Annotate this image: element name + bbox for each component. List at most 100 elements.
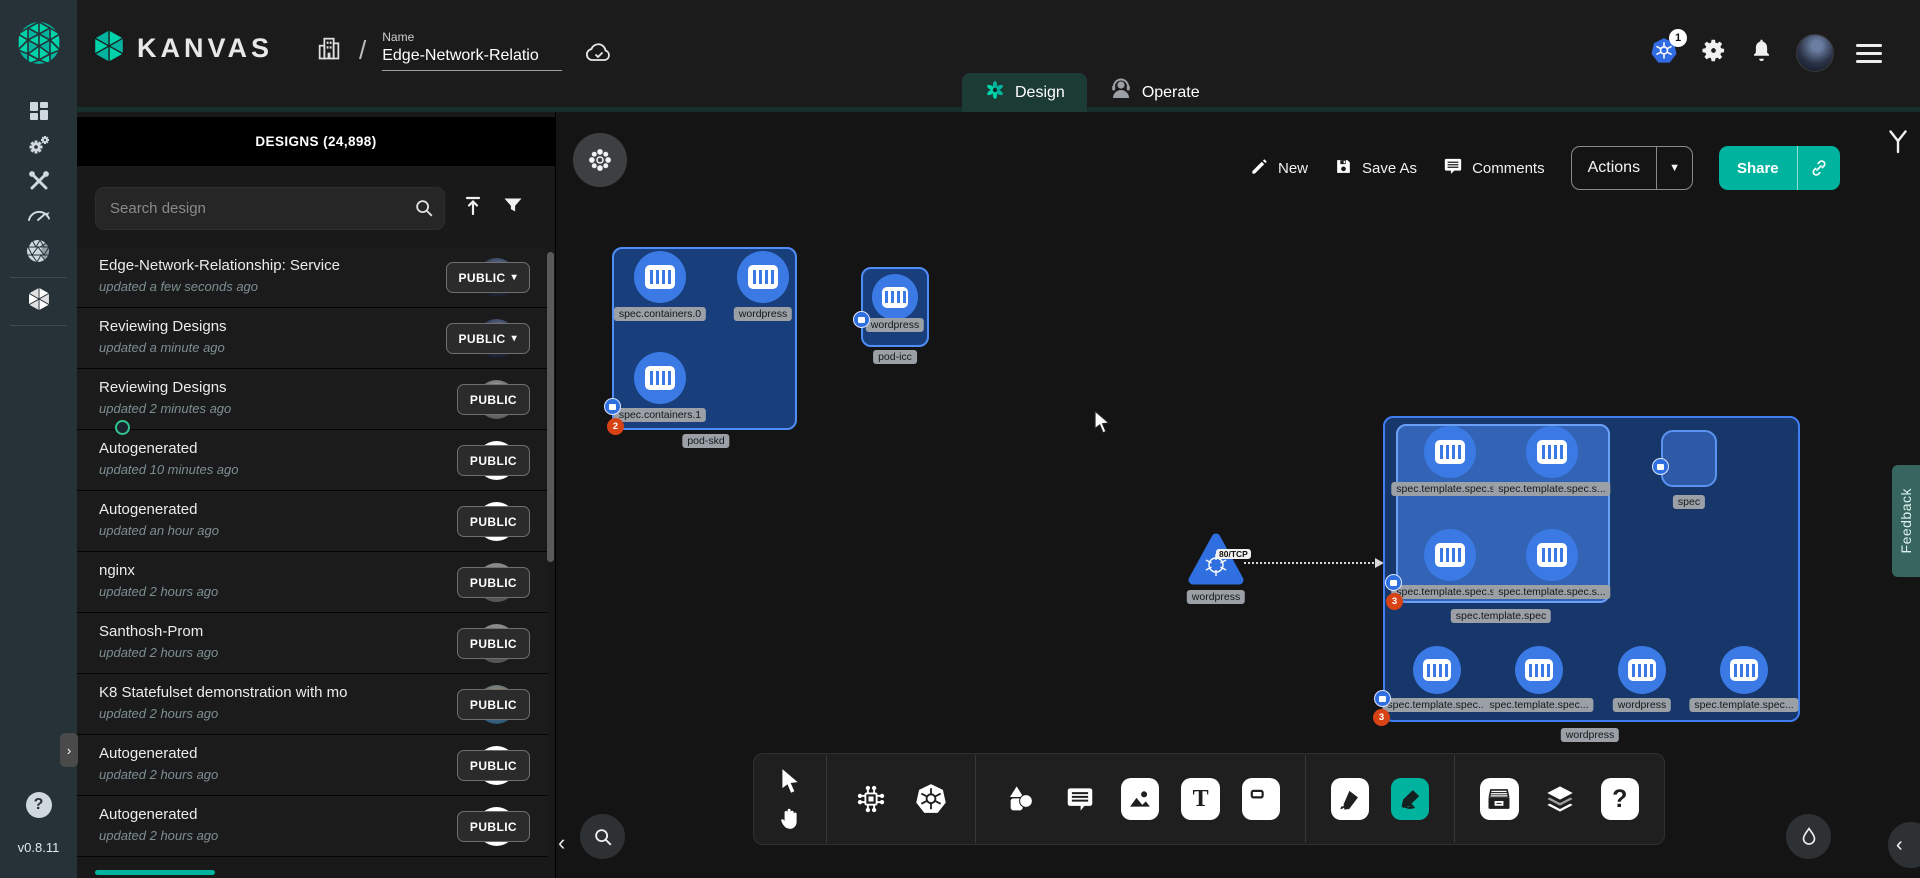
menu-icon[interactable] [1856, 44, 1882, 63]
comments-label: Comments [1472, 160, 1545, 177]
search-design-input[interactable] [95, 187, 445, 230]
panel-collapse-handle[interactable]: › [60, 733, 78, 767]
visibility-badge[interactable]: PUBLIC [457, 445, 530, 476]
tab-design[interactable]: Design [962, 73, 1087, 112]
design-list-item[interactable]: K8 Statefulset demonstration with mo upd… [77, 674, 548, 735]
share-button[interactable]: Share [1719, 146, 1840, 190]
container-node[interactable] [1618, 646, 1666, 694]
copy-link-icon[interactable] [1797, 146, 1840, 190]
sidebar-item-kanvas[interactable] [0, 284, 77, 319]
meshery-logo-icon[interactable] [16, 20, 62, 71]
feedback-tab[interactable]: Feedback [1892, 465, 1920, 577]
container-node[interactable] [1526, 426, 1578, 478]
design-list-item[interactable]: Autogenerated updated an hour ago PUBLIC [77, 491, 548, 552]
visibility-badge[interactable]: PUBLIC [457, 384, 530, 415]
container-node[interactable] [1515, 646, 1563, 694]
import-design-icon[interactable] [461, 194, 485, 223]
dock-toggle-icon[interactable] [1886, 128, 1910, 159]
sticky-note-tool[interactable] [1242, 778, 1280, 820]
drawer-tool[interactable] [1480, 778, 1518, 820]
user-avatar[interactable] [1796, 34, 1834, 72]
design-list-item[interactable]: Autogenerated updated 2 hours ago PUBLIC [77, 796, 548, 857]
container-node[interactable] [737, 251, 789, 303]
design-list-item[interactable]: Edge-Network-Relationship: Service updat… [77, 247, 548, 308]
collapse-left-chevron[interactable]: ‹ [558, 830, 565, 856]
sidebar-item-performance[interactable] [0, 201, 77, 236]
pod-badge-icon[interactable] [1652, 458, 1669, 475]
container-node[interactable] [634, 251, 686, 303]
shapes-tool[interactable] [1000, 777, 1040, 821]
design-list-item[interactable]: Reviewing Designs updated a minute ago P… [77, 308, 548, 369]
kubernetes-context-button[interactable]: 1 [1650, 37, 1678, 70]
visibility-badge[interactable]: PUBLIC [457, 750, 530, 781]
container-node[interactable] [872, 274, 918, 320]
design-list-item[interactable]: Autogenerated updated 2 hours ago PUBLIC [77, 735, 548, 796]
design-list-item[interactable]: Autogenerated updated 10 minutes ago PUB… [77, 430, 548, 491]
visibility-badge[interactable]: PUBLIC [457, 628, 530, 659]
container-node[interactable] [1424, 426, 1476, 478]
container-node[interactable] [634, 352, 686, 404]
sidebar-item-configuration[interactable] [0, 166, 77, 201]
kanvas-brand[interactable]: KANVAS [91, 28, 273, 69]
visibility-badge[interactable]: PUBLIC▾ [446, 323, 531, 354]
design-name-input[interactable] [382, 44, 562, 71]
image-tool[interactable] [1121, 778, 1159, 820]
pod-badge-icon[interactable] [853, 311, 870, 328]
mesh-components-tool[interactable] [851, 777, 891, 821]
error-badge[interactable]: 2 [607, 418, 624, 435]
organization-icon[interactable] [315, 34, 343, 67]
filter-icon[interactable] [501, 194, 525, 223]
help-button[interactable]: ? [26, 792, 52, 818]
sidebar-item-dashboard[interactable] [0, 96, 77, 131]
visibility-badge[interactable]: PUBLIC [457, 567, 530, 598]
canvas-config-button[interactable] [573, 133, 627, 187]
layers-tool[interactable] [1540, 777, 1580, 821]
pan-tool-button[interactable] [768, 799, 812, 835]
settings-gear-icon[interactable] [1700, 37, 1727, 69]
designs-scrollbar[interactable] [547, 252, 554, 562]
zoom-button[interactable] [580, 814, 625, 859]
container-node[interactable] [1526, 529, 1578, 581]
error-badge[interactable]: 3 [1386, 593, 1403, 610]
save-as-button[interactable]: Save As [1334, 157, 1417, 180]
horizontal-scrollbar[interactable] [95, 870, 215, 875]
visibility-badge[interactable]: PUBLIC [457, 689, 530, 720]
node-label: spec.containers.0 [614, 307, 706, 321]
visibility-badge[interactable]: PUBLIC▾ [446, 262, 531, 293]
service-node-wordpress[interactable] [1186, 532, 1246, 593]
design-canvas[interactable]: New Save As Comments Actions ▼ Share [556, 112, 1920, 878]
container-node[interactable] [1413, 646, 1461, 694]
node-spec[interactable] [1661, 430, 1717, 487]
laser-drop-button[interactable] [1786, 814, 1831, 859]
visibility-badge[interactable]: PUBLIC [457, 811, 530, 842]
toolbar-help-button[interactable]: ? [1601, 778, 1639, 820]
design-list-item[interactable]: Reviewing Designs updated 2 minutes ago … [77, 369, 548, 430]
container-node[interactable] [1424, 529, 1476, 581]
pod-badge-icon[interactable] [1385, 574, 1402, 591]
tab-operate[interactable]: Operate [1087, 73, 1222, 112]
design-list-item[interactable]: nginx updated 2 hours ago PUBLIC [77, 552, 548, 613]
text-tool[interactable]: T [1181, 778, 1219, 820]
container-node[interactable] [1720, 646, 1768, 694]
visibility-badge[interactable]: PUBLIC [457, 506, 530, 537]
design-updated: updated 2 minutes ago [99, 401, 231, 416]
comment-tool[interactable] [1060, 777, 1100, 821]
freehand-draw-tool[interactable] [1391, 778, 1429, 820]
edge-service-to-deployment[interactable] [1244, 562, 1382, 564]
arrow-pen-tool[interactable] [1331, 778, 1369, 820]
sidebar-item-lifecycle[interactable] [0, 131, 77, 166]
sidebar-item-extensions[interactable] [0, 236, 77, 271]
kubernetes-components-tool[interactable] [911, 777, 951, 821]
notifications-bell-icon[interactable] [1749, 38, 1774, 68]
dashboard-icon [27, 99, 51, 128]
pod-badge-icon[interactable] [1374, 690, 1391, 707]
comments-button[interactable]: Comments [1443, 156, 1545, 180]
design-list-item[interactable]: Santhosh-Prom updated 2 hours ago PUBLIC [77, 613, 548, 674]
comment-icon [1443, 156, 1463, 180]
actions-button[interactable]: Actions ▼ [1571, 146, 1693, 190]
actions-caret-icon[interactable]: ▼ [1656, 147, 1692, 189]
new-button[interactable]: New [1250, 157, 1308, 180]
select-tool-button[interactable] [768, 763, 812, 799]
error-badge[interactable]: 3 [1373, 709, 1390, 726]
pod-badge-icon[interactable] [604, 398, 621, 415]
